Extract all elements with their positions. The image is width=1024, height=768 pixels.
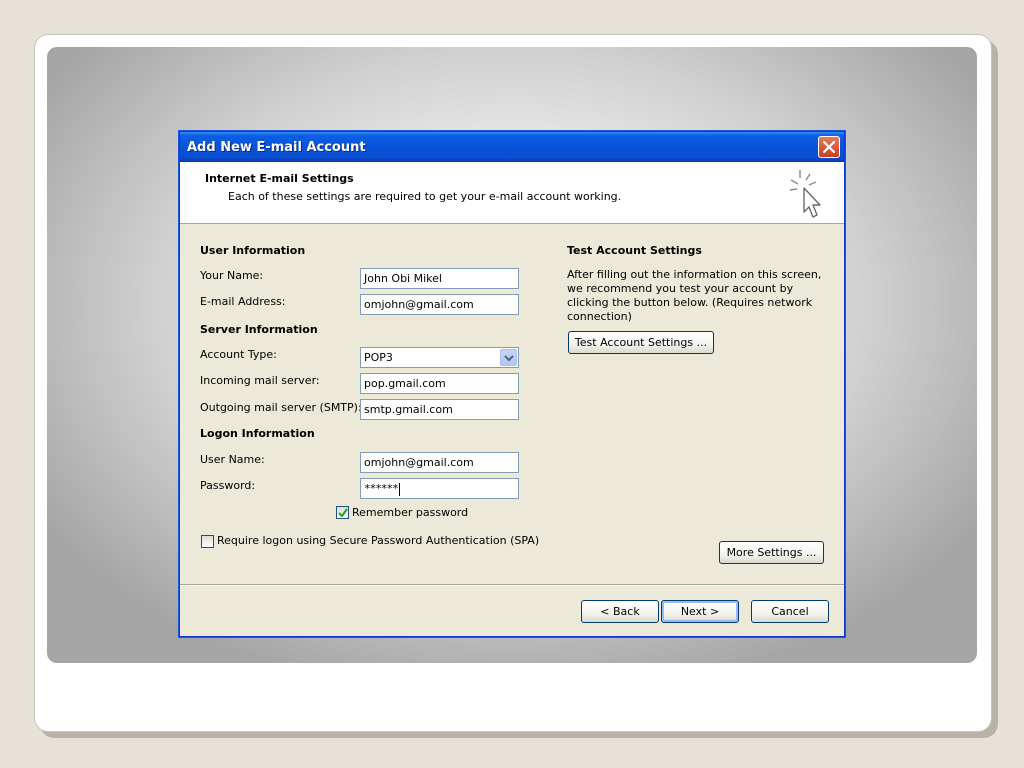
back-button[interactable]: < Back [581, 600, 659, 623]
more-settings-button[interactable]: More Settings ... [719, 541, 824, 564]
spa-label[interactable]: Require logon using Secure Password Auth… [217, 534, 539, 547]
incoming-server-field[interactable]: pop.gmail.com [360, 373, 519, 394]
spa-checkbox[interactable] [201, 535, 214, 548]
cursor-sparkle-icon [789, 170, 821, 218]
remember-password-label[interactable]: Remember password [352, 506, 468, 519]
incoming-server-label: Incoming mail server: [200, 374, 320, 387]
password-field[interactable]: ****** [360, 478, 519, 499]
outgoing-server-field[interactable]: smtp.gmail.com [360, 399, 519, 420]
test-account-settings-heading: Test Account Settings [567, 244, 702, 257]
test-account-description: After filling out the information on thi… [567, 268, 822, 323]
next-button[interactable]: Next > [661, 600, 739, 623]
footer-divider-highlight [180, 585, 844, 586]
your-name-label: Your Name: [200, 269, 264, 282]
password-value: ****** [364, 482, 399, 495]
header-subtitle: Each of these settings are required to g… [228, 190, 622, 203]
close-icon [823, 141, 835, 153]
text-caret [398, 482, 400, 496]
your-name-field[interactable]: John Obi Mikel [360, 268, 519, 289]
outgoing-server-label: Outgoing mail server (SMTP): [200, 401, 362, 414]
wizard-header: Internet E-mail Settings Each of these s… [180, 162, 844, 224]
checkmark-icon [338, 508, 348, 518]
server-information-heading: Server Information [200, 323, 318, 336]
account-type-value: POP3 [364, 351, 393, 364]
add-email-account-dialog: Add New E-mail Account Internet E-mail S… [179, 131, 845, 637]
close-button[interactable] [818, 136, 840, 158]
account-type-select[interactable]: POP3 [360, 347, 519, 368]
user-name-label: User Name: [200, 453, 265, 466]
chevron-down-icon [504, 355, 514, 362]
account-type-dropdown-button[interactable] [500, 349, 517, 366]
remember-password-checkbox[interactable] [336, 506, 349, 519]
password-label: Password: [200, 479, 256, 492]
dialog-title: Add New E-mail Account [187, 140, 366, 155]
logon-information-heading: Logon Information [200, 427, 315, 440]
test-account-settings-button[interactable]: Test Account Settings ... [568, 331, 714, 354]
account-type-label: Account Type: [200, 348, 277, 361]
dialog-titlebar[interactable]: Add New E-mail Account [180, 132, 844, 162]
email-address-label: E-mail Address: [200, 295, 286, 308]
email-address-field[interactable]: omjohn@gmail.com [360, 294, 519, 315]
user-information-heading: User Information [200, 244, 306, 257]
user-name-field[interactable]: omjohn@gmail.com [360, 452, 519, 473]
cancel-button[interactable]: Cancel [751, 600, 829, 623]
header-title: Internet E-mail Settings [205, 172, 354, 185]
